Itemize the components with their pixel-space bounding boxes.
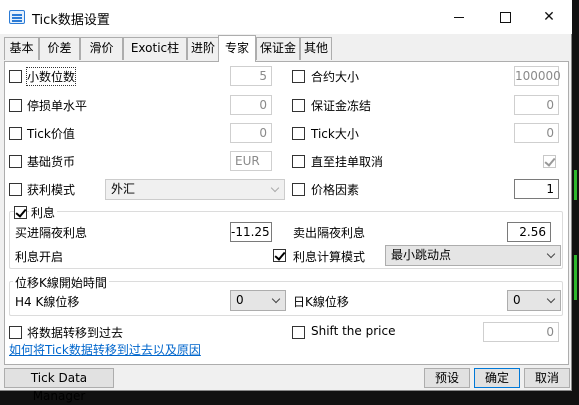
- tab-spread[interactable]: 价差: [39, 37, 80, 60]
- tab-slippage[interactable]: 滑价: [80, 37, 123, 60]
- profit-mode-label: 获利模式: [27, 183, 76, 197]
- decimal-places-checkbox[interactable]: [9, 70, 22, 83]
- cancel-until-filled-value-checkbox[interactable]: [543, 155, 556, 168]
- cancel-button[interactable]: 取消: [524, 368, 570, 388]
- dialog-button-bar: Tick Data Manager 预设 确定 取消: [0, 366, 572, 403]
- margin-freeze-input[interactable]: 0: [514, 95, 559, 115]
- d1-shift-value: 0: [513, 293, 521, 307]
- base-currency-checkbox[interactable]: [9, 155, 22, 168]
- base-currency-label: 基础货币: [27, 155, 76, 169]
- swap-enable-checkbox[interactable]: [14, 206, 27, 219]
- chevron-down-icon: [271, 294, 281, 304]
- tick-size-label: Tick大小: [311, 127, 359, 141]
- contract-size-label: 合约大小: [311, 70, 360, 84]
- preset-button[interactable]: 预设: [424, 368, 470, 388]
- tab-expert[interactable]: 专家: [218, 35, 256, 62]
- swap-group-title: 利息: [29, 204, 58, 221]
- cancel-until-filled-label: 直至挂单取消: [311, 155, 384, 169]
- tab-margin[interactable]: 保证金: [256, 37, 300, 60]
- tab-other[interactable]: 其他: [300, 37, 332, 60]
- decimal-places-input[interactable]: 5: [230, 66, 272, 86]
- chevron-down-icon: [546, 294, 556, 304]
- maximize-button[interactable]: [482, 0, 528, 34]
- shift-data-checkbox[interactable]: [9, 326, 22, 339]
- shift-price-label: Shift the price: [311, 324, 396, 338]
- tick-value-input[interactable]: 0: [230, 123, 272, 143]
- close-button[interactable]: ✕: [526, 0, 572, 34]
- swap-calc-mode-value: 最小跳动点: [391, 248, 452, 262]
- contract-size-input[interactable]: 100000: [514, 66, 561, 86]
- window-title: Tick数据设置: [32, 13, 110, 28]
- shift-price-input[interactable]: 0: [483, 322, 559, 342]
- tab-exotic-bars[interactable]: Exotic柱: [123, 37, 187, 60]
- swap-long-label: 买进隔夜利息: [15, 226, 88, 240]
- bar-shift-group-title: 位移K線開始時間: [13, 274, 109, 291]
- tab-basic[interactable]: 基本: [4, 37, 39, 60]
- shift-price-checkbox[interactable]: [292, 326, 305, 339]
- swap-calc-mode-select[interactable]: 最小跳动点: [385, 245, 561, 266]
- decimal-places-label: 小数位数: [25, 67, 77, 86]
- shift-data-label: 将数据转移到过去: [27, 326, 124, 340]
- tick-settings-dialog: Tick数据设置 ✕ 基本 价差 滑价 Exotic柱 进阶 专家 保证金 其他…: [0, 0, 572, 403]
- price-factor-input[interactable]: 1: [514, 179, 559, 199]
- swap-start-checkbox[interactable]: [273, 249, 286, 262]
- chevron-down-icon: [270, 183, 280, 193]
- app-icon: [9, 10, 25, 24]
- stop-level-checkbox[interactable]: [9, 99, 22, 112]
- price-factor-label: 价格因素: [311, 183, 360, 197]
- swap-short-label: 卖出隔夜利息: [293, 226, 366, 240]
- cancel-until-filled-checkbox[interactable]: [292, 155, 305, 168]
- tick-data-manager-button[interactable]: Tick Data Manager: [4, 368, 114, 403]
- d1-shift-label: 日K線位移: [293, 295, 349, 309]
- swap-calc-mode-label: 利息计算模式: [293, 250, 366, 264]
- d1-shift-select[interactable]: 0: [507, 290, 561, 311]
- stop-level-label: 停损单水平: [27, 99, 88, 113]
- title-bar: Tick数据设置 ✕: [0, 0, 572, 34]
- expert-tab-panel: 小数位数 5 合约大小 100000 停损单水平 0 保证金冻结 0 Tick价…: [4, 61, 569, 365]
- price-factor-checkbox[interactable]: [292, 183, 305, 196]
- base-currency-input[interactable]: EUR: [230, 151, 272, 171]
- tick-value-label: Tick价值: [27, 127, 75, 141]
- margin-freeze-label: 保证金冻结: [311, 99, 372, 113]
- background-chart-candle: [574, 170, 577, 200]
- profit-mode-checkbox[interactable]: [9, 183, 22, 196]
- h4-shift-value: 0: [236, 293, 244, 307]
- margin-freeze-checkbox[interactable]: [292, 99, 305, 112]
- swap-long-input[interactable]: -11.25: [230, 222, 272, 242]
- stop-level-input[interactable]: 0: [230, 95, 272, 115]
- h4-shift-select[interactable]: 0: [230, 290, 286, 311]
- minimize-button[interactable]: [436, 0, 482, 34]
- swap-short-input[interactable]: 2.56: [507, 222, 551, 242]
- chevron-down-icon: [546, 249, 556, 259]
- tab-advanced[interactable]: 进阶: [187, 37, 219, 60]
- h4-shift-label: H4 K線位移: [15, 295, 80, 309]
- background-chart-candle: [574, 255, 577, 300]
- swap-start-label: 利息开启: [15, 250, 64, 264]
- tick-value-checkbox[interactable]: [9, 127, 22, 140]
- shift-help-link[interactable]: 如何将Tick数据转移到过去以及原因: [9, 341, 201, 358]
- ok-button[interactable]: 确定: [474, 368, 520, 388]
- profit-mode-value: 外汇: [111, 182, 136, 196]
- profit-mode-select[interactable]: 外汇: [105, 179, 285, 200]
- tick-size-checkbox[interactable]: [292, 127, 305, 140]
- tick-size-input[interactable]: 0: [514, 123, 559, 143]
- contract-size-checkbox[interactable]: [292, 70, 305, 83]
